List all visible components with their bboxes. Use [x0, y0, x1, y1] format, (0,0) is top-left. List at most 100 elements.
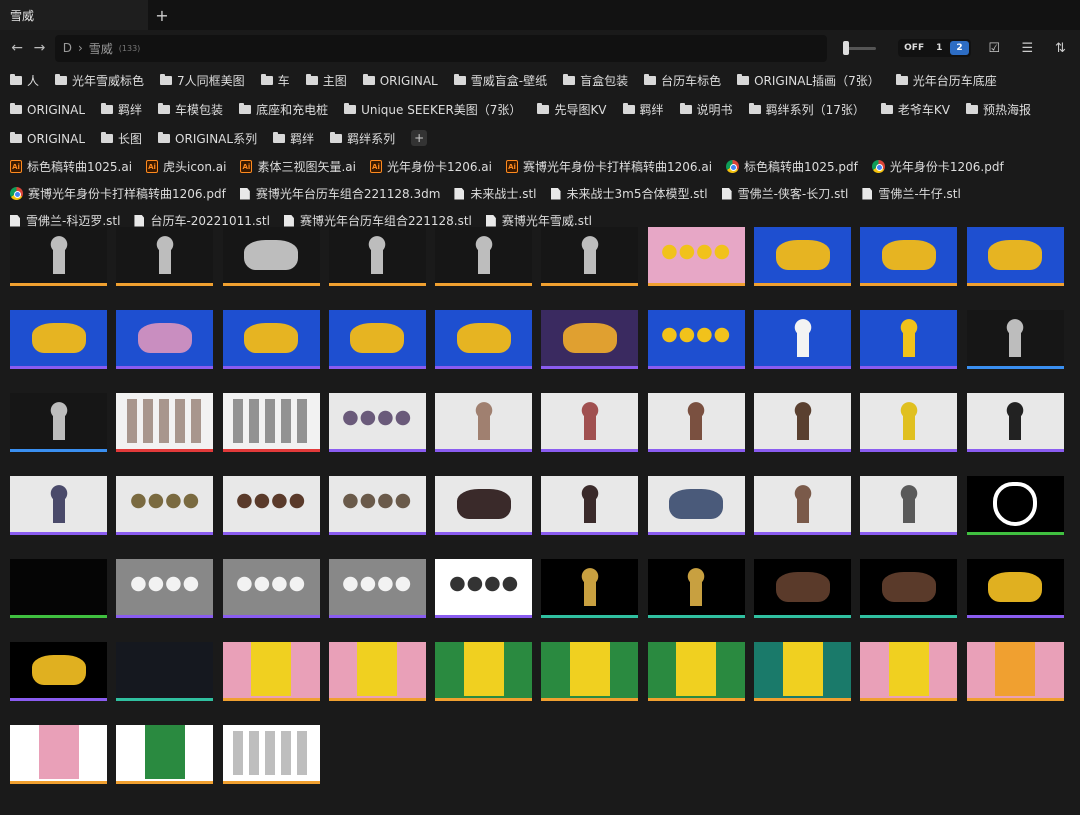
thumbnail[interactable] — [435, 476, 533, 535]
folder-item[interactable]: 老爷车KV — [880, 95, 950, 124]
folder-item[interactable]: 光年雪威标色 — [55, 66, 144, 95]
thumbnail[interactable] — [647, 310, 745, 369]
thumbnail[interactable] — [10, 725, 107, 784]
thumbnail[interactable] — [647, 476, 745, 535]
view-toggle[interactable]: OFF 1 2 — [898, 39, 971, 57]
folder-item[interactable]: Unique SEEKER美图（7张） — [344, 95, 521, 124]
path-bar[interactable]: D › 雪威 (133) — [54, 34, 827, 62]
file-item[interactable]: Ai 虎头icon.ai — [146, 153, 226, 180]
thumbnail[interactable] — [541, 559, 639, 618]
file-item[interactable]: 光年身份卡1206.pdf — [871, 153, 1004, 180]
folder-item[interactable]: 羁绊 — [622, 95, 664, 124]
thumbnail[interactable] — [222, 559, 320, 618]
thumbnail[interactable] — [116, 559, 214, 618]
thumbnail[interactable] — [754, 393, 852, 452]
toggle-2[interactable]: 2 — [950, 41, 969, 55]
thumbnail[interactable] — [435, 559, 533, 618]
file-item[interactable]: 未来战士.stl — [454, 180, 537, 207]
thumbnail[interactable] — [116, 642, 214, 701]
folder-item[interactable]: 说明书 — [679, 95, 733, 124]
path-folder[interactable]: 雪威 — [89, 40, 113, 57]
thumbnail[interactable] — [10, 642, 107, 701]
thumbnail[interactable] — [966, 227, 1064, 286]
toggle-off[interactable]: OFF — [898, 39, 930, 57]
folder-item[interactable]: 人 — [10, 66, 39, 95]
folder-item[interactable]: 羁绊系列 — [330, 124, 395, 153]
thumbnail[interactable] — [116, 476, 214, 535]
thumbnail[interactable] — [860, 642, 958, 701]
thumbnail[interactable] — [328, 310, 426, 369]
thumbnail[interactable] — [541, 476, 639, 535]
thumbnail[interactable] — [328, 227, 426, 286]
thumbnail[interactable] — [435, 227, 533, 286]
thumbnail[interactable] — [966, 393, 1064, 452]
sort-list-icon[interactable]: ☰ — [1018, 38, 1037, 58]
thumbnail[interactable] — [860, 559, 958, 618]
thumbnail[interactable] — [860, 393, 958, 452]
path-drive[interactable]: D — [63, 41, 72, 55]
folder-item[interactable]: ORIGINAL — [362, 66, 438, 95]
file-item[interactable]: Ai 素体三视图矢量.ai — [240, 153, 356, 180]
thumbnail[interactable] — [10, 559, 107, 618]
file-item[interactable]: 雪佛兰-牛仔.stl — [862, 180, 961, 207]
tab-xuewei[interactable]: 雪威 — [0, 0, 148, 30]
folder-item[interactable]: 盲盒包装 — [563, 66, 628, 95]
slider-knob[interactable] — [842, 41, 849, 55]
thumbnail[interactable] — [647, 393, 745, 452]
thumbnail[interactable] — [328, 642, 426, 701]
folder-item[interactable]: 羁绊 — [273, 124, 314, 153]
thumbnail[interactable] — [116, 393, 214, 452]
thumbnail[interactable] — [222, 227, 320, 286]
toggle-1[interactable]: 1 — [930, 39, 948, 57]
thumbnail[interactable] — [10, 310, 107, 369]
folder-item[interactable]: ORIGINAL — [10, 95, 85, 124]
thumbnail[interactable] — [10, 393, 107, 452]
thumbnail[interactable] — [222, 642, 320, 701]
file-item[interactable]: 未来战士3m5合体模型.stl — [550, 180, 708, 207]
thumbnail[interactable] — [647, 227, 745, 286]
thumbnail[interactable] — [754, 227, 852, 286]
thumbnail[interactable] — [541, 227, 639, 286]
thumbnail[interactable] — [222, 310, 320, 369]
thumbnail[interactable] — [328, 476, 426, 535]
thumbnail[interactable] — [116, 725, 214, 784]
thumbnail[interactable] — [435, 642, 533, 701]
thumbnail[interactable] — [860, 310, 958, 369]
thumbnail[interactable] — [860, 476, 958, 535]
folder-item[interactable]: 长图 — [101, 124, 142, 153]
thumbnail[interactable] — [435, 310, 533, 369]
add-folder-button[interactable]: + — [411, 130, 428, 146]
folder-item[interactable]: 雪威盲盒-壁纸 — [453, 66, 547, 95]
thumbnail[interactable] — [541, 642, 639, 701]
thumbnail[interactable] — [966, 642, 1064, 701]
thumbnail[interactable] — [541, 310, 639, 369]
thumbnail[interactable] — [10, 476, 107, 535]
folder-item[interactable]: 预热海报 — [965, 95, 1031, 124]
thumbnail[interactable] — [116, 227, 214, 286]
add-tab-button[interactable]: + — [148, 0, 176, 30]
thumbnail[interactable] — [222, 476, 320, 535]
folder-item[interactable]: ORIGINAL系列 — [158, 124, 257, 153]
thumbnail[interactable] — [435, 393, 533, 452]
file-item[interactable]: Ai 标色稿转曲1025.ai — [10, 153, 132, 180]
thumbnail[interactable] — [647, 559, 745, 618]
file-item[interactable]: 赛博光年台历车组合221128.3dm — [239, 180, 440, 207]
thumbnail[interactable] — [966, 310, 1064, 369]
folder-item[interactable]: 7人同框美图 — [160, 66, 245, 95]
folder-item[interactable]: 羁绊系列（17张） — [748, 95, 865, 124]
thumbnail[interactable] — [966, 476, 1064, 535]
folder-item[interactable]: 主图 — [305, 66, 347, 95]
folder-item[interactable]: 羁绊 — [101, 95, 142, 124]
thumbnail[interactable] — [10, 227, 107, 286]
file-item[interactable]: Ai 光年身份卡1206.ai — [369, 153, 492, 180]
thumbnail[interactable] — [754, 559, 852, 618]
folder-item[interactable]: 光年台历车底座 — [895, 66, 997, 95]
thumbnail[interactable] — [754, 476, 852, 535]
thumbnail[interactable] — [860, 227, 958, 286]
thumbnail[interactable] — [116, 310, 214, 369]
file-item[interactable]: 雪佛兰-侠客-长刀.stl — [721, 180, 848, 207]
thumbnail[interactable] — [222, 725, 320, 784]
thumbnail[interactable] — [328, 393, 426, 452]
thumbnail[interactable] — [541, 393, 639, 452]
file-item[interactable]: 赛博光年身份卡打样稿转曲1206.pdf — [10, 180, 226, 207]
